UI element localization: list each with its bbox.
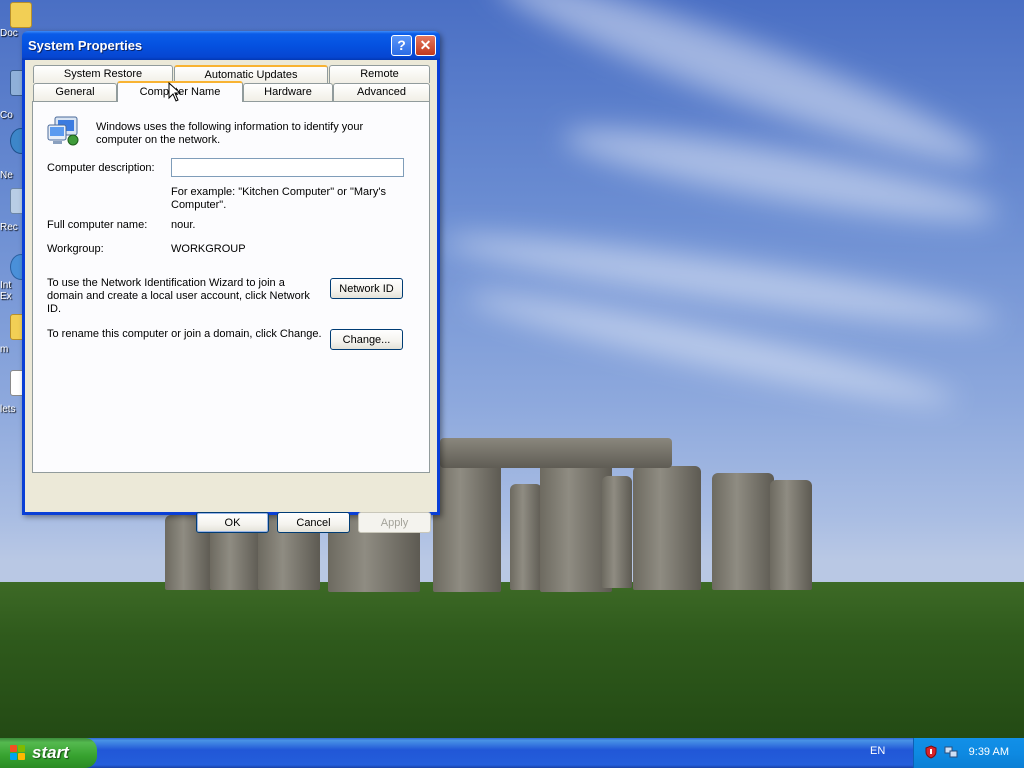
security-shield-icon[interactable] [924, 745, 938, 759]
computer-name-panel: Windows uses the following information t… [32, 101, 430, 473]
system-tray: 9:39 AM [913, 738, 1024, 768]
computer-description-label: Computer description: [47, 162, 155, 174]
grass-field [0, 582, 1024, 738]
tab-advanced[interactable]: Advanced [333, 83, 430, 101]
computer-network-icon [47, 116, 79, 146]
dialog-body: System Restore Automatic Updates Remote … [25, 60, 437, 533]
taskbar: start EN 9:39 AM [0, 738, 1024, 768]
title-bar[interactable]: System Properties ? ✕ [22, 31, 440, 60]
clock[interactable]: 9:39 AM [969, 746, 1009, 758]
tab-general[interactable]: General [33, 83, 117, 101]
windows-logo-icon [10, 745, 26, 761]
rename-text: To rename this computer or join a domain… [47, 328, 322, 340]
cancel-button[interactable]: Cancel [277, 512, 350, 533]
close-button[interactable]: ✕ [415, 35, 436, 56]
change-button[interactable]: Change... [330, 329, 403, 350]
workgroup-value: WORKGROUP [171, 243, 246, 255]
start-label: start [32, 743, 69, 762]
desktop-icon-documents[interactable]: Doc [0, 2, 32, 39]
tab-hardware[interactable]: Hardware [243, 83, 333, 101]
start-button[interactable]: start [0, 738, 97, 768]
computer-description-input[interactable] [171, 158, 404, 177]
language-indicator[interactable]: EN [870, 745, 885, 757]
help-button[interactable]: ? [391, 35, 412, 56]
example-text: For example: "Kitchen Computer" or "Mary… [171, 186, 386, 211]
window-title: System Properties [28, 38, 143, 53]
network-id-button[interactable]: Network ID [330, 278, 403, 299]
system-properties-window: System Properties ? ✕ System Restore Aut… [22, 31, 440, 533]
ok-button[interactable]: OK [196, 512, 269, 533]
mouse-cursor-icon [168, 82, 182, 102]
network-connection-icon[interactable] [944, 745, 958, 759]
workgroup-label: Workgroup: [47, 243, 104, 255]
full-computer-name-label: Full computer name: [47, 219, 148, 231]
intro-text: Windows uses the following information t… [96, 121, 364, 146]
apply-button[interactable]: Apply [358, 512, 431, 533]
folder-icon [10, 2, 32, 28]
network-id-text: To use the Network Identification Wizard… [47, 277, 310, 315]
tab-remote[interactable]: Remote [329, 65, 430, 83]
full-computer-name-value: nour. [171, 219, 196, 231]
